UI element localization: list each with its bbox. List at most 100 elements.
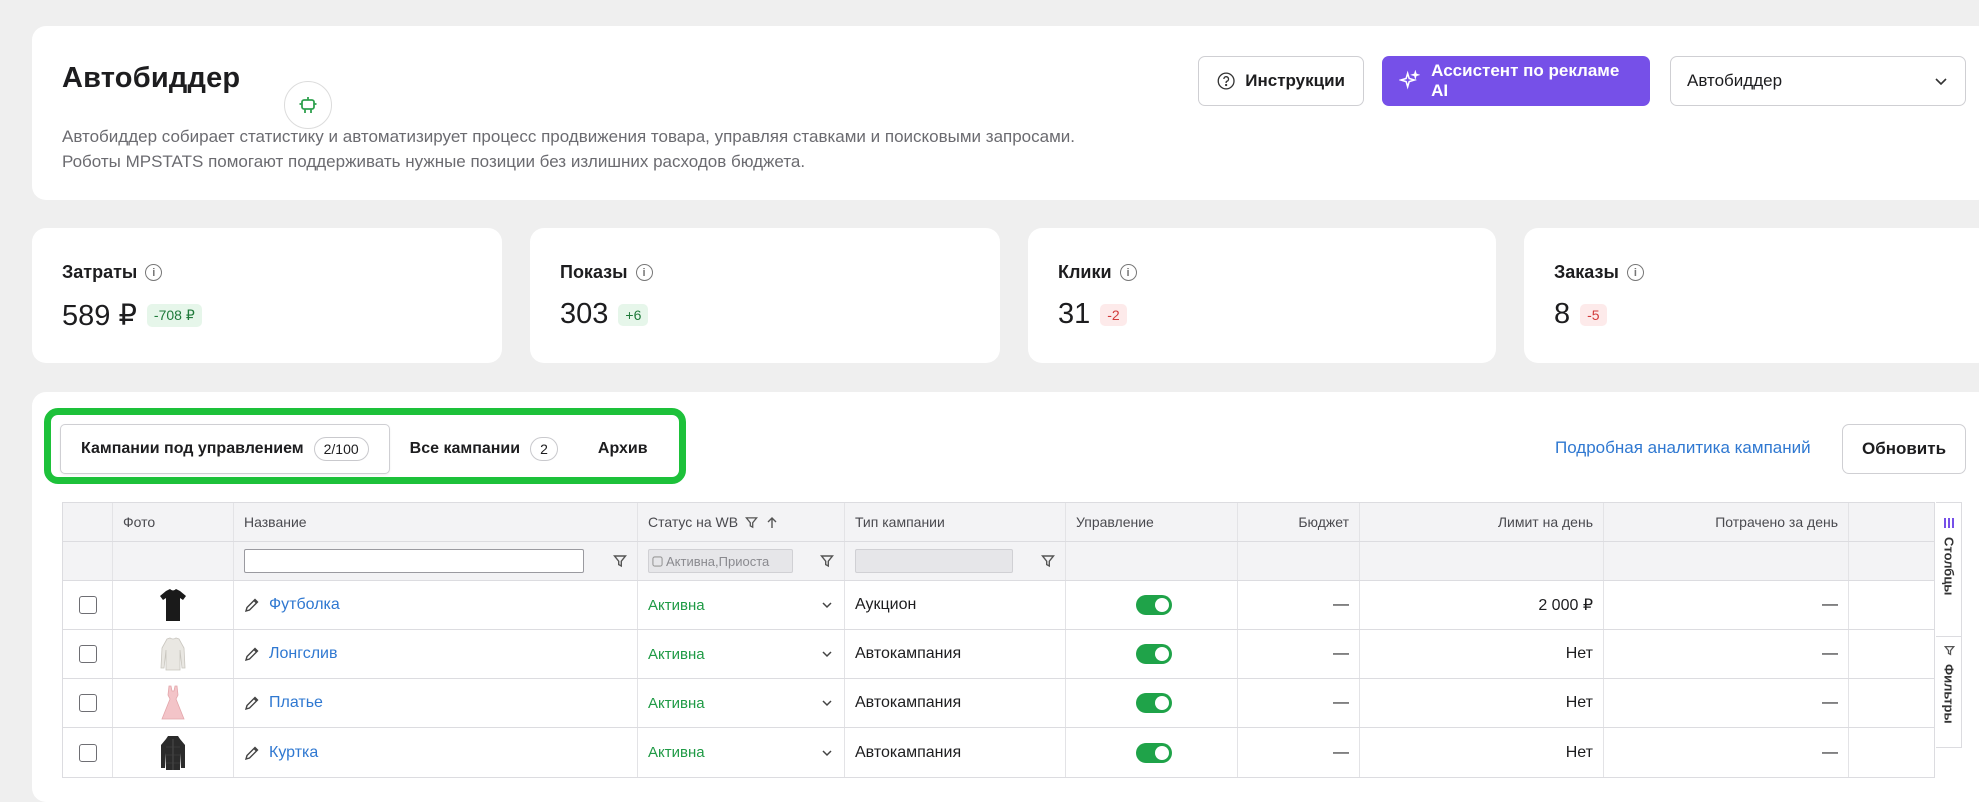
table-row: Куртка Активна Автокампания — Нет —: [63, 728, 1934, 777]
daily-limit-value[interactable]: Нет: [1360, 630, 1604, 678]
col-header-control[interactable]: Управление: [1066, 503, 1238, 541]
status-select[interactable]: Активна: [638, 630, 845, 678]
campaign-name-link[interactable]: Куртка: [244, 744, 318, 762]
col-header-spent[interactable]: Потрачено за день: [1604, 503, 1849, 541]
spent-value: —: [1604, 581, 1849, 629]
status-select[interactable]: Активна: [638, 679, 845, 727]
info-icon[interactable]: i: [1626, 264, 1644, 281]
info-icon[interactable]: i: [145, 264, 163, 281]
table-filter-row: Активна,Приоста: [63, 542, 1934, 581]
col-header-name[interactable]: Название: [234, 503, 638, 541]
columns-side-tab[interactable]: Столбцы: [1936, 517, 1962, 627]
page-title: Автобиддер: [62, 62, 241, 94]
budget-value: —: [1238, 630, 1360, 678]
product-thumbnail-tshirt: [160, 589, 186, 621]
info-icon[interactable]: i: [1119, 264, 1137, 281]
col-header-foto: Фото: [113, 503, 234, 541]
stat-delta-badge: -2: [1100, 303, 1127, 326]
budget-value: —: [1238, 728, 1360, 777]
table-row: Платье Активна Автокампания — Нет —: [63, 679, 1934, 728]
name-filter-input[interactable]: [244, 549, 584, 573]
stat-value: 303: [560, 298, 609, 330]
spent-value: —: [1604, 728, 1849, 777]
daily-limit-value[interactable]: Нет: [1360, 679, 1604, 727]
refresh-button[interactable]: Обновить: [1842, 424, 1966, 474]
sparkle-icon: [1399, 70, 1421, 90]
row-checkbox[interactable]: [78, 743, 97, 762]
tab-archive[interactable]: Архив: [578, 424, 668, 474]
stat-card-costs: Затраты i 589 ₽ -708 ₽: [32, 228, 502, 363]
campaign-name-link[interactable]: Футболка: [244, 596, 340, 614]
tab-count-badge: 2: [530, 437, 558, 461]
instructions-button[interactable]: Инструкции: [1198, 56, 1364, 106]
sort-arrow-up-icon[interactable]: [766, 516, 778, 529]
columns-icon: [1944, 518, 1954, 528]
ai-assistant-button[interactable]: Ассистент по рекламе AI: [1382, 56, 1650, 106]
chevron-down-icon: [822, 602, 832, 609]
campaign-type: Автокампания: [845, 679, 1066, 727]
spent-value: —: [1604, 630, 1849, 678]
chevron-down-icon: [1935, 78, 1947, 86]
pencil-icon[interactable]: [244, 597, 260, 613]
question-icon: [1217, 72, 1235, 90]
row-checkbox[interactable]: [78, 645, 97, 663]
product-thumbnail-dress: [161, 685, 185, 720]
filter-icon[interactable]: [745, 516, 759, 529]
campaign-name-link[interactable]: Платье: [244, 694, 323, 712]
table-row: Лонгслив Активна Автокампания — Нет —: [63, 630, 1934, 679]
stat-delta-badge: -708 ₽: [146, 304, 202, 327]
mode-select[interactable]: Автобиддер: [1670, 56, 1966, 106]
filters-side-tab[interactable]: Фильтры: [1936, 645, 1962, 745]
info-icon[interactable]: i: [635, 264, 653, 281]
filter-icon[interactable]: [1041, 554, 1055, 568]
col-header-limit[interactable]: Лимит на день: [1360, 503, 1604, 541]
campaign-tabs: Кампании под управлением 2/100 Все кампа…: [60, 424, 668, 474]
filter-icon[interactable]: [820, 554, 834, 568]
campaign-name-link[interactable]: Лонгслив: [244, 645, 338, 663]
stat-value: 589 ₽: [62, 300, 137, 332]
pencil-icon[interactable]: [244, 695, 260, 711]
type-filter-input[interactable]: [855, 549, 1013, 573]
daily-limit-value[interactable]: Нет: [1360, 728, 1604, 777]
status-select[interactable]: Активна: [638, 581, 845, 629]
col-header-budget[interactable]: Бюджет: [1238, 503, 1360, 541]
chevron-down-icon: [822, 651, 832, 658]
stat-delta-badge: +6: [618, 303, 649, 326]
robot-button[interactable]: [284, 81, 332, 129]
daily-limit-value[interactable]: 2 000 ₽: [1360, 581, 1604, 629]
robot-icon: [299, 97, 317, 113]
stat-delta-badge: -5: [1580, 303, 1607, 326]
product-thumbnail-jacket: [161, 735, 185, 770]
row-checkbox[interactable]: [78, 596, 97, 614]
product-thumbnail-longsleeve: [160, 637, 186, 671]
stat-value: 31: [1058, 298, 1091, 330]
row-checkbox[interactable]: [78, 694, 97, 712]
filter-icon[interactable]: [613, 554, 627, 568]
management-toggle[interactable]: [1136, 595, 1172, 615]
table-row: Футболка Активна Аукцион — 2 000 ₽ —: [63, 581, 1934, 630]
campaign-type: Аукцион: [845, 581, 1066, 629]
management-toggle[interactable]: [1136, 693, 1172, 713]
analytics-link[interactable]: Подробная аналитика кампаний: [1555, 438, 1811, 458]
pencil-icon[interactable]: [244, 745, 260, 761]
stat-card-impressions: Показы i 303 +6: [530, 228, 1000, 363]
management-toggle[interactable]: [1136, 644, 1172, 664]
tab-all-campaigns[interactable]: Все кампании 2: [390, 424, 578, 474]
stat-value: 8: [1554, 298, 1571, 330]
tab-managed-campaigns[interactable]: Кампании под управлением 2/100: [60, 424, 390, 474]
status-filter-input[interactable]: Активна,Приоста: [648, 549, 793, 573]
pencil-icon[interactable]: [244, 646, 260, 662]
stat-card-orders: Заказы i 8 -5: [1524, 228, 1979, 363]
campaign-type: Автокампания: [845, 630, 1066, 678]
col-header-status[interactable]: Статус на WB: [638, 503, 845, 541]
status-select[interactable]: Активна: [638, 728, 845, 777]
budget-value: —: [1238, 679, 1360, 727]
page-description: Автобиддер собирает статистику и автомат…: [62, 127, 1075, 171]
col-header-type[interactable]: Тип кампании: [845, 503, 1066, 541]
campaigns-card: Кампании под управлением 2/100 Все кампа…: [32, 392, 1979, 802]
budget-value: —: [1238, 581, 1360, 629]
campaigns-table: Фото Название Статус на WB Тип кампании …: [62, 502, 1935, 778]
table-side-panel: Столбцы Фильтры: [1936, 502, 1962, 748]
header-card: Автобиддер Автобиддер собирает статистик…: [32, 26, 1979, 200]
management-toggle[interactable]: [1136, 742, 1172, 763]
